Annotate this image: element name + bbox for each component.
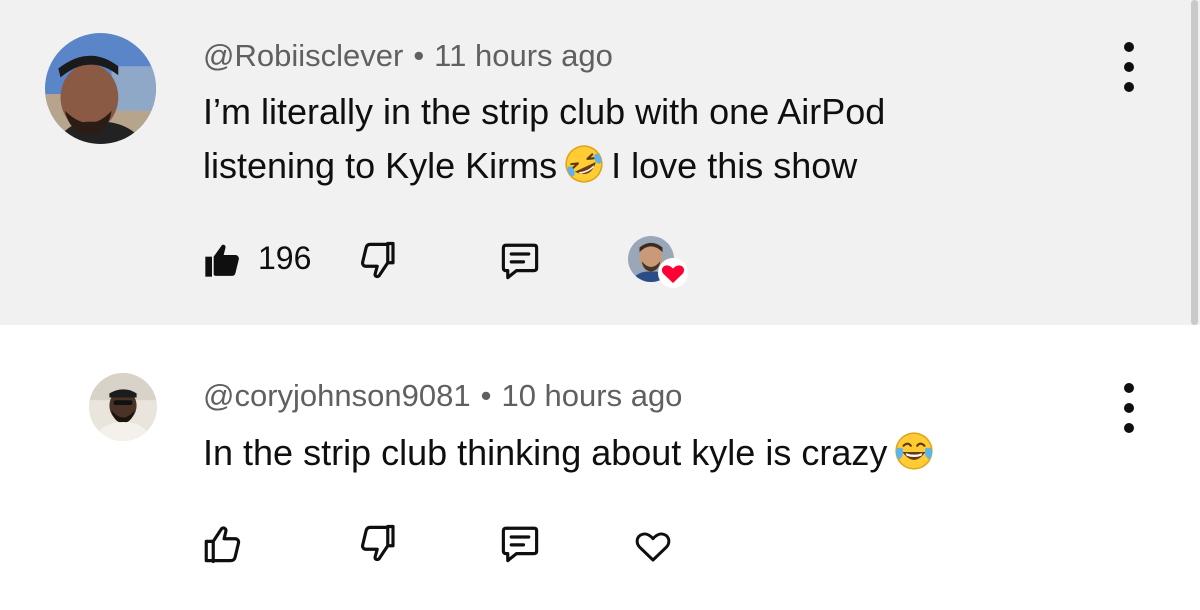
comment-text-line: listening to Kyle Kirms I love this show bbox=[203, 139, 885, 193]
author-handle[interactable]: @Robiisclever bbox=[203, 38, 403, 73]
comment-text: In the strip club thinking about kyle is… bbox=[203, 426, 941, 480]
rolling-on-floor-laughing-emoji-icon bbox=[563, 143, 605, 185]
avatar-image bbox=[89, 373, 157, 441]
thumbs-down-icon bbox=[360, 241, 395, 279]
reply-comment-icon bbox=[501, 526, 539, 563]
like-button[interactable] bbox=[201, 523, 243, 565]
more-options-icon[interactable] bbox=[1119, 383, 1139, 433]
meta-separator: • bbox=[480, 378, 492, 413]
author-handle[interactable]: @coryjohnson9081 bbox=[203, 378, 471, 413]
comment-text-segment: listening to Kyle Kirms bbox=[203, 145, 558, 186]
comment-timestamp[interactable]: 11 hours ago bbox=[434, 38, 613, 73]
thumbs-down-icon bbox=[360, 524, 395, 562]
more-options-icon[interactable] bbox=[1119, 42, 1139, 92]
comment-timestamp[interactable]: 10 hours ago bbox=[501, 378, 682, 413]
comment-text-segment: I love this show bbox=[611, 145, 858, 186]
comment-text-line: I’m literally in the strip club with one… bbox=[203, 91, 886, 132]
heart-filled-icon bbox=[658, 258, 688, 288]
comment-thread-highlighted: @Robiisclever • 11 hours ago I’m literally… bbox=[0, 0, 1200, 325]
reply-comment-icon bbox=[501, 243, 539, 280]
comment-meta: @coryjohnson9081 • 10 hours ago bbox=[203, 378, 682, 414]
meta-separator: • bbox=[413, 38, 425, 73]
like-button[interactable] bbox=[201, 240, 243, 280]
avatar-image bbox=[45, 33, 156, 144]
thumbs-up-icon bbox=[204, 526, 241, 564]
like-count: 196 bbox=[258, 240, 312, 276]
scrollbar[interactable] bbox=[1191, 0, 1198, 325]
avatar[interactable] bbox=[45, 33, 156, 144]
comment-text: I’m literally in the strip club with one… bbox=[203, 85, 885, 193]
heart-outline-icon bbox=[635, 532, 671, 562]
comment-text-segment: In the strip club thinking about kyle is… bbox=[203, 432, 888, 473]
creator-heart-badge[interactable] bbox=[628, 236, 690, 290]
dislike-button[interactable] bbox=[358, 240, 400, 282]
reply-button[interactable] bbox=[498, 523, 542, 565]
face-with-tears-of-joy-emoji-icon bbox=[893, 430, 935, 472]
avatar[interactable] bbox=[89, 373, 157, 441]
comment-meta: @Robiisclever • 11 hours ago bbox=[203, 38, 613, 74]
dislike-button[interactable] bbox=[358, 523, 400, 565]
reply-button[interactable] bbox=[498, 240, 542, 282]
thumbs-up-filled-icon bbox=[205, 244, 239, 277]
heart-button[interactable] bbox=[632, 525, 674, 565]
